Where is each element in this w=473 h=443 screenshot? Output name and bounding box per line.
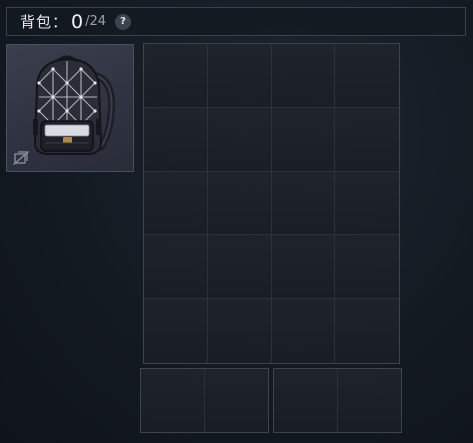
- backpack-slot[interactable]: [207, 235, 272, 300]
- extra-slot-grid-right: [273, 368, 402, 433]
- backpack-slot[interactable]: [144, 171, 208, 236]
- backpack-slot[interactable]: [335, 235, 399, 300]
- used-slots-count: 0: [71, 10, 84, 33]
- backpack-slot[interactable]: [271, 44, 336, 108]
- backpack-header: 背包 ： 0 / 24 ?: [6, 7, 466, 36]
- backpack-slot[interactable]: [271, 107, 336, 172]
- backpack-slot-grid: [143, 43, 400, 364]
- backpack-slot[interactable]: [271, 299, 336, 363]
- equipped-backpack-slot[interactable]: [6, 44, 134, 172]
- label-separator: ：: [52, 13, 68, 31]
- backpack-icon: [33, 55, 116, 155]
- extra-slot[interactable]: [141, 369, 205, 432]
- backpack-slot[interactable]: [207, 171, 272, 236]
- backpack-slot[interactable]: [335, 44, 399, 108]
- backpack-slot[interactable]: [144, 299, 208, 363]
- unbind-icon: [13, 151, 29, 165]
- help-icon[interactable]: ?: [115, 13, 132, 30]
- extra-slot-grid-left: [140, 368, 269, 433]
- extra-slot[interactable]: [337, 369, 401, 432]
- backpack-slot[interactable]: [271, 171, 336, 236]
- backpack-slot[interactable]: [144, 235, 208, 300]
- backpack-slot[interactable]: [144, 107, 208, 172]
- backpack-slot[interactable]: [335, 171, 399, 236]
- backpack-slot[interactable]: [335, 107, 399, 172]
- backpack-slot[interactable]: [207, 44, 272, 108]
- backpack-slot[interactable]: [144, 44, 208, 108]
- backpack-slot[interactable]: [207, 299, 272, 363]
- extra-slot[interactable]: [274, 369, 338, 432]
- extra-slot[interactable]: [204, 369, 268, 432]
- backpack-slot[interactable]: [335, 299, 399, 363]
- backpack-slot[interactable]: [271, 235, 336, 300]
- total-slots-count: 24: [89, 14, 107, 29]
- backpack-label: 背包: [20, 13, 53, 31]
- backpack-slot[interactable]: [207, 107, 272, 172]
